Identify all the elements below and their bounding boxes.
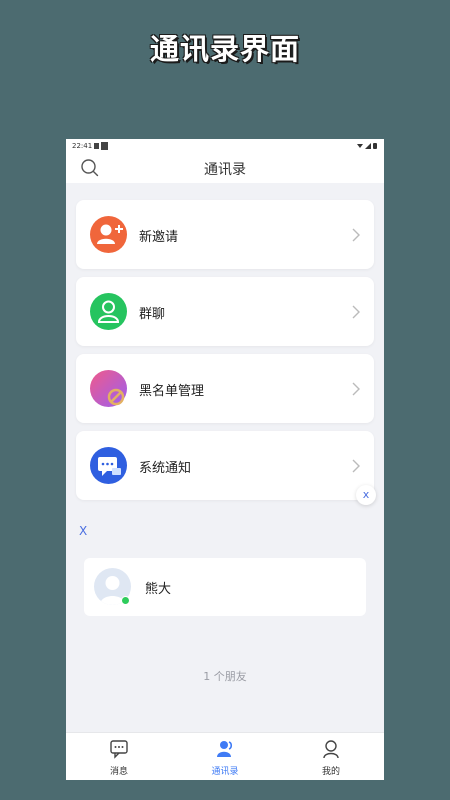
tab-label: 通讯录 (211, 767, 239, 777)
section-letter: X (79, 524, 88, 538)
tab-profile[interactable]: 我的 (278, 733, 384, 780)
online-status-dot (121, 596, 130, 605)
contact-name: 熊大 (145, 582, 172, 597)
chevron-right-icon (352, 458, 360, 473)
contact-list-item[interactable]: 熊大 (84, 558, 366, 616)
tab-label: 我的 (321, 767, 340, 777)
friend-count: 1 个朋友 (203, 670, 247, 683)
page-banner-title: 通讯录界面 (149, 32, 300, 66)
menu-item-group-chat[interactable]: 群聊 (76, 277, 374, 346)
system-notice-icon (90, 447, 127, 484)
phone-screen: 22:41 通讯录 新邀请 群聊 黑名单管理 系统通知 x X 熊大 1 个朋友… (66, 139, 384, 780)
chevron-right-icon (352, 304, 360, 319)
bottom-tab-bar: 消息 通讯录 我的 (66, 732, 384, 780)
profile-icon (321, 739, 341, 759)
menu-item-blacklist[interactable]: 黑名单管理 (76, 354, 374, 423)
menu-item-label: 黑名单管理 (139, 384, 205, 399)
menu-item-label: 系统通知 (139, 461, 192, 476)
blacklist-icon (90, 370, 127, 407)
status-time: 22:41 (72, 142, 93, 150)
contacts-icon (215, 739, 235, 759)
message-icon (109, 739, 129, 759)
menu-item-system-notice[interactable]: 系统通知 (76, 431, 374, 500)
index-badge[interactable]: x (356, 485, 376, 505)
signal-battery-icon (356, 142, 378, 152)
menu-item-label: 新邀请 (139, 230, 179, 245)
tab-contacts[interactable]: 通讯录 (172, 733, 278, 780)
tab-messages[interactable]: 消息 (66, 733, 172, 780)
menu-item-new-invites[interactable]: 新邀请 (76, 200, 374, 269)
chevron-right-icon (352, 381, 360, 396)
tab-label: 消息 (109, 767, 128, 777)
chevron-right-icon (352, 227, 360, 242)
add-user-icon (90, 216, 127, 253)
page-title: 通讯录 (204, 162, 246, 178)
notification-icons (94, 142, 108, 152)
header-bar: 通讯录 (66, 153, 384, 183)
group-chat-icon (90, 293, 127, 330)
status-bar: 22:41 (66, 139, 384, 153)
menu-item-label: 群聊 (139, 307, 166, 322)
